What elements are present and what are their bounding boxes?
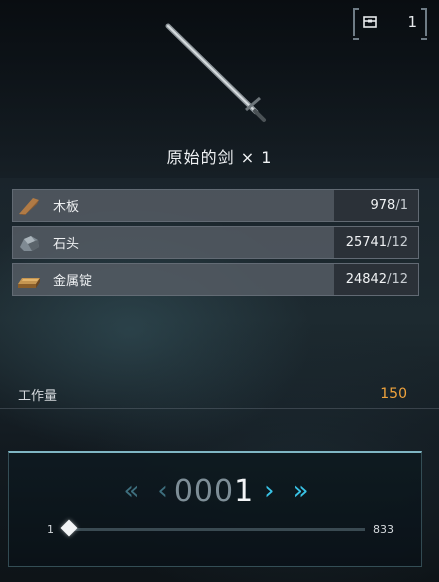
max-quantity-button[interactable]: » [293, 478, 309, 504]
storage-box-icon [363, 13, 377, 32]
quantity-slider-thumb[interactable] [60, 519, 78, 537]
decrease-quantity-button[interactable]: ‹ [157, 478, 167, 504]
item-name: 原始的剑 [166, 148, 235, 167]
wood-plank-icon [13, 190, 45, 221]
material-row-wood: 木板 978/1 [12, 189, 419, 222]
owned-count-badge: 1 [353, 8, 427, 40]
slider-min-label: 1 [47, 523, 54, 536]
material-need: /1 [395, 198, 408, 213]
item-title: 原始的剑 × 1 [0, 144, 439, 168]
divider [0, 408, 439, 409]
sword-icon [165, 23, 266, 122]
metal-ingot-icon [13, 264, 45, 295]
stone-icon [13, 227, 45, 258]
quantity-digit: 1 [234, 473, 255, 509]
material-count: 24842/12 [334, 264, 418, 295]
material-count: 25741/12 [334, 227, 418, 258]
owned-count: 1 [407, 13, 417, 31]
material-count: 978/1 [334, 190, 418, 221]
material-have: 978 [370, 198, 396, 213]
workload-label: 工作量 [18, 389, 58, 404]
slider-max-label: 833 [373, 523, 394, 536]
quantity-leading-zeros: 000 [173, 473, 235, 509]
material-have: 25741 [345, 235, 388, 250]
quantity-controls: « ‹ 0001 › » [9, 471, 423, 511]
material-row-ingot: 金属锭 24842/12 [12, 263, 419, 296]
min-quantity-button[interactable]: « [123, 478, 139, 504]
increase-quantity-button[interactable]: › [264, 478, 274, 504]
quantity-value[interactable]: 0001 [174, 474, 254, 509]
workload-value: 150 [380, 386, 407, 402]
material-row-stone: 石头 25741/12 [12, 226, 419, 259]
material-need: /12 [387, 235, 408, 250]
item-quantity: × 1 [240, 148, 273, 167]
material-need: /12 [387, 272, 408, 287]
materials-list: 木板 978/1 石头 25741/12 金属锭 24842 /12 [12, 189, 419, 300]
material-have: 24842 [345, 272, 388, 287]
quantity-selector: « ‹ 0001 › » 1 833 [8, 451, 422, 567]
quantity-slider-track[interactable] [69, 528, 365, 531]
